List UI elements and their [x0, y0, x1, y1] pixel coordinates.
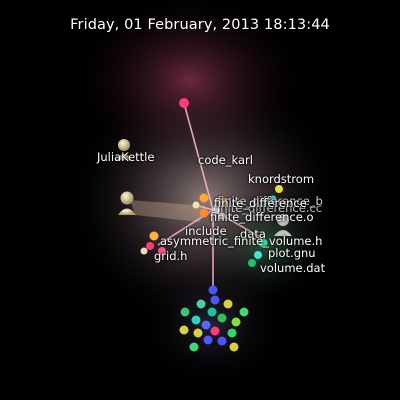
glow-bottom — [137, 260, 287, 390]
cluster-node — [217, 336, 227, 346]
cluster-node — [239, 307, 249, 317]
cluster-node — [227, 328, 237, 338]
node-orange-2 — [199, 208, 209, 218]
cluster-node — [231, 317, 241, 327]
file-label-finite-difference-o: finite_difference.o — [210, 210, 314, 224]
cluster-node — [201, 320, 211, 330]
cluster-node — [203, 335, 213, 345]
user-label-knordstrom[interactable]: knordstrom — [248, 172, 314, 186]
file-label-finite-difference: finite_difference — [214, 196, 307, 210]
user-label-julia[interactable]: JuliaKettle — [97, 150, 154, 164]
file-label-grid-h: grid.h — [154, 249, 188, 263]
cluster-node — [210, 326, 220, 336]
cluster-node — [217, 313, 227, 323]
cluster-node — [210, 295, 220, 305]
gource-visualization: Friday, 01 February, 2013 18:13:44 Julia… — [0, 0, 400, 400]
file-label-volume: volume.dat — [260, 261, 326, 275]
node-green-1 — [248, 259, 256, 267]
node-cream — [192, 201, 200, 209]
node-orange-1 — [199, 193, 209, 203]
cluster-node — [180, 307, 190, 317]
node-blue-stem — [208, 285, 218, 295]
cluster-node — [179, 325, 189, 335]
cluster-node — [193, 328, 203, 338]
node-pink-grid — [146, 242, 154, 250]
graph-canvas — [65, 0, 345, 390]
cluster-node — [229, 342, 239, 352]
cluster-node — [196, 299, 206, 309]
node-top-pink — [179, 98, 189, 108]
node-cyan-3 — [254, 251, 262, 259]
user-label-karl[interactable]: code_karl — [198, 153, 253, 167]
cluster-node — [223, 299, 233, 309]
node-yellow-kn — [275, 185, 283, 193]
node-orange-grid — [149, 231, 159, 241]
node-cream-grid — [140, 247, 148, 255]
timestamp: Friday, 01 February, 2013 18:13:44 — [70, 17, 330, 33]
cluster-node — [191, 315, 201, 325]
cluster-node — [207, 307, 217, 317]
cluster-node — [189, 342, 199, 352]
file-label-plot: plot.gnu — [268, 246, 316, 260]
